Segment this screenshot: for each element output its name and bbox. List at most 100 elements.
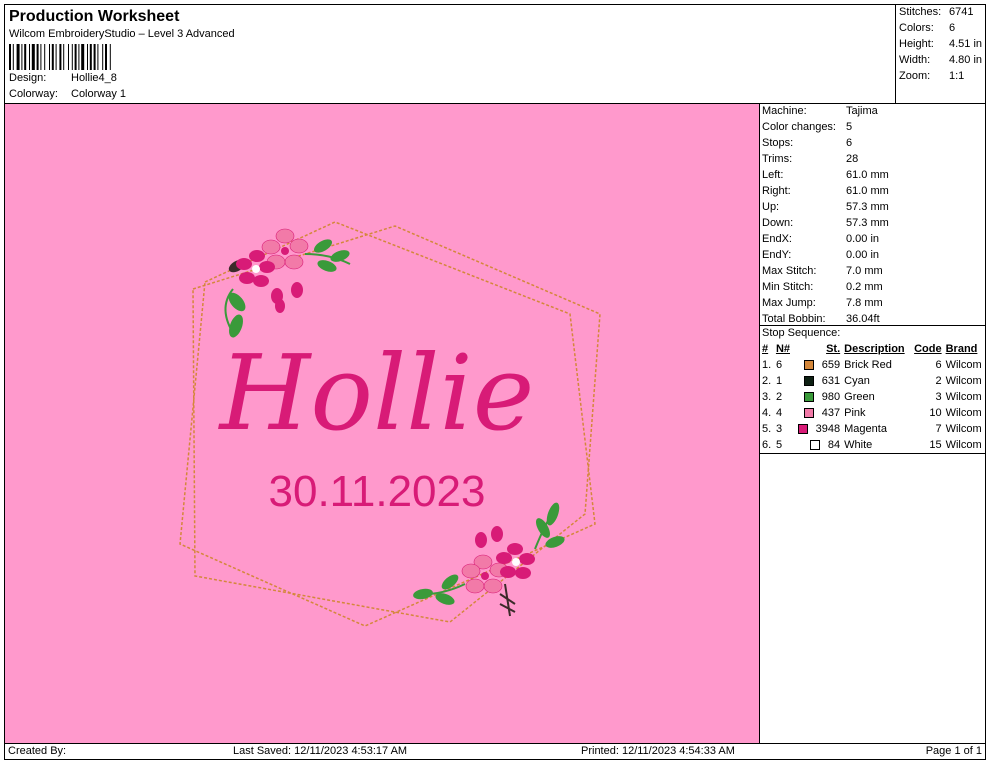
table-row: 5. 3 3948 Magenta 7 Wilcom [760,421,986,437]
machine-label: Machine: [762,105,807,117]
min-stitch-label: Min Stitch: [762,281,814,293]
page-number: Page 1 of 1 [925,745,982,757]
col-index: # [762,343,769,355]
code-cell: 6 [935,359,942,371]
description-cell: Magenta [844,423,887,435]
endy-value: 0.00 in [846,249,880,261]
description-cell: Green [844,391,875,403]
machine-value: Tajima [846,105,878,117]
divider [760,325,986,326]
right-value: 61.0 mm [846,185,889,197]
endy-label: EndY: [762,249,792,261]
idx-cell: 1. [762,359,772,371]
down-label: Down: [762,217,794,229]
colorway-label: Colorway: [9,88,58,100]
right-label: Right: [762,185,791,197]
barcode-image [9,44,111,70]
color-changes-value: 5 [846,121,853,133]
endx-label: EndX: [762,233,792,245]
table-row: 4. 4 437 Pink 10 Wilcom [760,405,986,421]
left-value: 61.0 mm [846,169,889,181]
width-value: 4.80 in [949,54,983,66]
design-row: Design: Hollie4_8 [9,72,117,84]
worksheet-title: Production Worksheet [9,8,180,25]
col-needle: N# [775,343,790,355]
divider [760,453,986,454]
max-jump-value: 7.8 mm [846,297,883,309]
brand-cell: Wilcom [945,439,982,451]
up-value: 57.3 mm [846,201,889,213]
color-swatch [803,360,814,371]
description-cell: Pink [844,407,866,419]
worksheet-header: Production Worksheet Wilcom EmbroiderySt… [4,4,895,104]
stitches-cell: 437 [821,407,841,419]
stitches-cell: 659 [821,359,841,371]
needle-cell: 3 [775,423,783,435]
trims-value: 28 [846,153,859,165]
description-cell: Cyan [844,375,870,387]
brand-cell: Wilcom [945,407,982,419]
stitches-cell: 980 [821,391,841,403]
needle-cell: 6 [775,359,783,371]
stop-sequence-table: # N# St. Description Code Brand 1. 6 659 Br… [760,341,986,453]
down-value: 57.3 mm [846,217,889,229]
col-code: Code [914,343,942,355]
colors-value: 6 [949,22,956,34]
summary-box: Stitches: 6741 Colors: 6 Height: 4.51 in Wi… [895,4,986,104]
color-swatch [797,424,808,435]
idx-cell: 3. [762,391,772,403]
brand-cell: Wilcom [945,375,982,387]
left-label: Left: [762,169,784,181]
trims-label: Trims: [762,153,793,165]
max-stitch-label: Max Stitch: [762,265,817,277]
colorway-value: Colorway 1 [71,88,127,100]
stitches-cell: 84 [827,439,841,451]
width-label: Width: [899,54,931,66]
needle-cell: 4 [775,407,783,419]
needle-cell: 1 [775,375,783,387]
zoom-value: 1:1 [949,70,965,82]
col-brand: Brand [945,343,978,355]
height-value: 4.51 in [949,38,983,50]
design-label: Design: [9,72,47,84]
stitches-cell: 3948 [815,423,841,435]
color-swatch [803,376,814,387]
col-stitches: St. [826,343,841,355]
stops-label: Stops: [762,137,794,149]
description-cell: Brick Red [844,359,892,371]
needle-cell: 5 [775,439,783,451]
stops-value: 6 [846,137,853,149]
brand-cell: Wilcom [945,359,982,371]
color-swatch [803,408,814,419]
printed-date: Printed: 12/11/2023 4:54:33 AM [581,745,735,757]
idx-cell: 2. [762,375,772,387]
design-info-panel: Machine: Tajima Color changes: 5 Stops: 6 T… [760,104,986,744]
table-row: 6. 5 84 White 15 Wilcom [760,437,986,453]
design-preview: Hollie 30.11.2023 [4,104,760,744]
idx-cell: 5. [762,423,772,435]
design-value: Hollie4_8 [71,72,117,84]
needle-cell: 2 [775,391,783,403]
idx-cell: 4. [762,407,772,419]
total-bobbin-value: 36.04ft [846,313,880,325]
idx-cell: 6. [762,439,772,451]
total-bobbin-label: Total Bobbin: [762,313,826,325]
created-by: Created By: [8,745,67,757]
colorway-row: Colorway: Colorway 1 [9,88,126,100]
software-name: Wilcom EmbroideryStudio – Level 3 Advanc… [9,28,235,40]
stop-sequence-heading: Stop Sequence: [762,327,841,339]
table-header-row: # N# St. Description Code Brand [760,341,986,357]
code-cell: 7 [935,423,942,435]
height-label: Height: [899,38,934,50]
endx-value: 0.00 in [846,233,880,245]
brand-cell: Wilcom [945,423,982,435]
max-jump-label: Max Jump: [762,297,816,309]
flower-cluster-bottom-right [413,502,565,617]
color-swatch [809,440,820,451]
description-cell: White [844,439,873,451]
max-stitch-value: 7.0 mm [846,265,883,277]
code-cell: 10 [929,407,942,419]
code-cell: 15 [929,439,942,451]
zoom-label: Zoom: [899,70,931,82]
name-text: Hollie [218,332,535,454]
